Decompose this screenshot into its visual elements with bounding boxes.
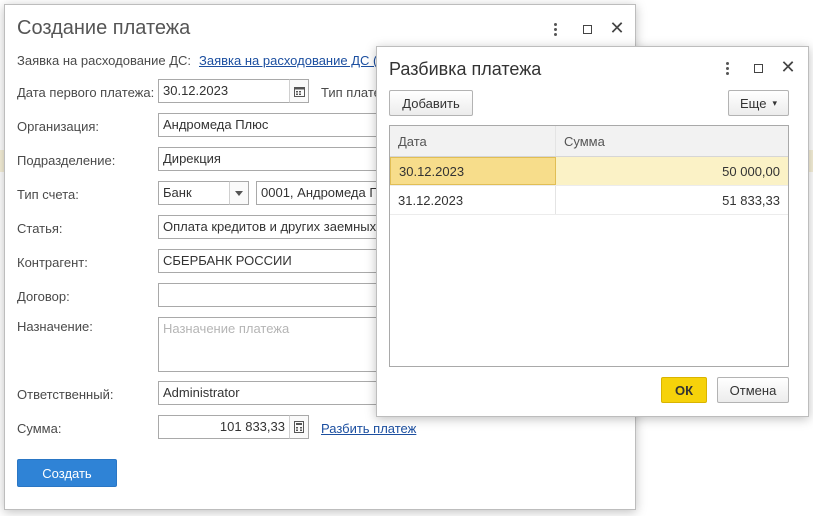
maximize-icon[interactable] xyxy=(577,19,597,39)
first-payment-date-field[interactable]: 30.12.2023 xyxy=(158,79,290,103)
add-button[interactable]: Добавить xyxy=(389,90,473,116)
more-button[interactable]: Еще ▾ xyxy=(728,90,789,116)
request-link[interactable]: Заявка на расходование ДС ( xyxy=(199,53,377,68)
calendar-icon[interactable] xyxy=(289,79,309,103)
table-header: Дата Сумма xyxy=(390,126,788,157)
more-vertical-icon[interactable] xyxy=(545,19,565,39)
split-table: Дата Сумма 30.12.2023 50 000,00 31.12.20… xyxy=(389,125,789,367)
first-payment-date-label: Дата первого платежа: xyxy=(17,85,155,100)
table-row[interactable]: 30.12.2023 50 000,00 xyxy=(390,157,788,186)
more-vertical-icon[interactable] xyxy=(717,58,737,78)
ok-button[interactable]: ОК xyxy=(661,377,707,403)
account-field[interactable]: 0001, Андромеда П xyxy=(256,181,388,205)
request-label: Заявка на расходование ДС: xyxy=(17,53,192,68)
counterparty-label: Контрагент: xyxy=(17,255,88,270)
table-row[interactable]: 31.12.2023 51 833,33 xyxy=(390,186,788,215)
close-icon[interactable]: ✕ xyxy=(778,57,798,77)
create-button[interactable]: Создать xyxy=(17,459,117,487)
calculator-icon[interactable] xyxy=(289,415,309,439)
article-label: Статья: xyxy=(17,221,63,236)
split-payment-dialog: Разбивка платежа ✕ Добавить Еще ▾ Дата С… xyxy=(376,46,809,417)
department-field[interactable]: Дирекция xyxy=(158,147,388,171)
organization-field[interactable]: Андромеда Плюс xyxy=(158,113,388,137)
row-amount-cell[interactable]: 51 833,33 xyxy=(556,186,788,214)
cancel-button[interactable]: Отмена xyxy=(717,377,789,403)
payment-type-label: Тип плате xyxy=(321,85,381,100)
responsible-field[interactable]: Administrator xyxy=(158,381,388,405)
account-type-select[interactable]: Банк xyxy=(158,181,230,205)
chevron-down-icon: ▾ xyxy=(772,97,777,108)
account-type-label: Тип счета: xyxy=(17,187,79,202)
row-date-cell[interactable]: 31.12.2023 xyxy=(390,186,556,214)
contract-field[interactable] xyxy=(158,283,388,307)
column-header-amount[interactable]: Сумма xyxy=(556,126,788,156)
dropdown-arrow-icon[interactable] xyxy=(229,181,249,205)
organization-label: Организация: xyxy=(17,119,100,134)
purpose-label: Назначение: xyxy=(17,319,93,334)
responsible-label: Ответственный: xyxy=(17,387,114,402)
dialog-title: Разбивка платежа xyxy=(389,59,542,79)
row-amount-cell[interactable]: 50 000,00 xyxy=(556,157,788,185)
split-payment-link[interactable]: Разбить платеж xyxy=(321,421,416,436)
more-button-label: Еще xyxy=(740,95,767,111)
purpose-textarea[interactable]: Назначение платежа xyxy=(158,317,388,372)
column-header-date[interactable]: Дата xyxy=(390,126,556,156)
window-title: Создание платежа xyxy=(17,17,191,39)
amount-label: Сумма: xyxy=(17,421,62,436)
contract-label: Договор: xyxy=(17,289,70,304)
maximize-icon[interactable] xyxy=(748,58,768,78)
counterparty-field[interactable]: СБЕРБАНК РОССИИ xyxy=(158,249,388,273)
article-field[interactable]: Оплата кредитов и других заемных xyxy=(158,215,388,239)
amount-field[interactable]: 101 833,33 xyxy=(158,415,290,439)
department-label: Подразделение: xyxy=(17,153,116,168)
row-date-cell[interactable]: 30.12.2023 xyxy=(390,157,556,185)
close-icon[interactable]: ✕ xyxy=(607,18,627,38)
